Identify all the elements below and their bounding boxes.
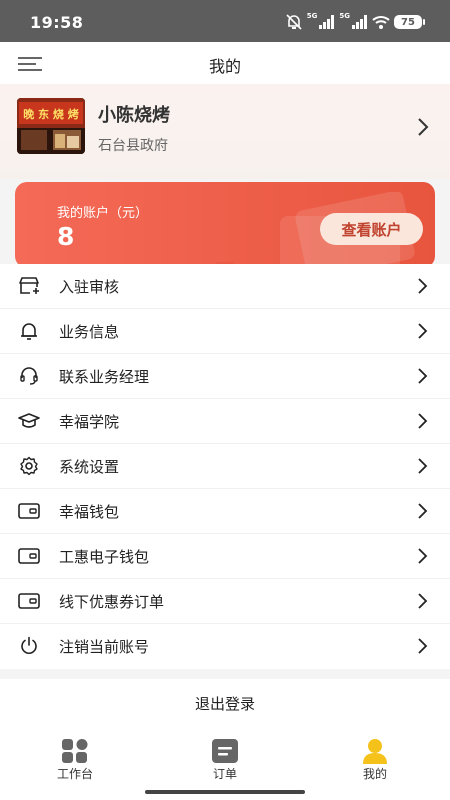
mute-icon	[286, 14, 302, 30]
shop-avatar: 晚 东 烧 烤	[17, 98, 85, 154]
tab-label: 工作台	[56, 767, 93, 781]
menu-item-happy-wallet[interactable]: 幸福钱包	[0, 489, 450, 534]
menu-item-label: 入驻审核	[59, 278, 120, 296]
home-indicator	[0, 785, 450, 800]
menu-item-settlement-review[interactable]: 入驻审核	[0, 264, 450, 309]
chevron-right-icon	[418, 503, 428, 519]
bell-icon	[18, 320, 40, 342]
wallet-icon	[18, 590, 40, 612]
status-bar: 19:58 5G 5G 75	[0, 0, 450, 42]
chevron-right-icon	[418, 593, 428, 609]
headset-icon	[18, 365, 40, 387]
chevron-right-icon	[418, 458, 428, 474]
account-balance: 8	[57, 222, 75, 251]
menu-item-coupon-orders[interactable]: 线下优惠券订单	[0, 579, 450, 624]
status-time: 19:58	[30, 13, 84, 32]
chevron-right-icon	[418, 638, 428, 654]
bottom-tab-bar: 工作台 订单 我的	[0, 725, 450, 785]
wifi-icon	[372, 16, 390, 29]
chevron-right-icon	[418, 548, 428, 564]
status-icons: 5G 5G 75	[285, 12, 425, 31]
menu-item-label: 系统设置	[59, 458, 120, 476]
shop-sign-text: 晚 东 烧 烤	[23, 107, 79, 121]
home-gesture-bar[interactable]	[145, 790, 305, 794]
top-nav-bar: 我的	[0, 42, 450, 84]
power-icon	[18, 635, 40, 657]
grid-icon	[62, 739, 88, 763]
account-card: 我的账户（元） 8 查看账户	[15, 182, 435, 268]
tab-label: 我的	[362, 767, 387, 781]
menu-item-deactivate-account[interactable]: 注销当前账号	[0, 624, 450, 669]
shop-location: 石台县政府	[98, 138, 168, 154]
menu-item-business-info[interactable]: 业务信息	[0, 309, 450, 354]
chevron-right-icon	[418, 278, 428, 294]
menu-item-label: 业务信息	[59, 323, 120, 341]
chevron-right-icon	[418, 368, 428, 384]
order-icon	[212, 739, 238, 763]
logout-label: 退出登录	[194, 695, 255, 713]
logout-button[interactable]: 退出登录	[0, 679, 450, 725]
tab-mine[interactable]: 我的	[300, 725, 450, 785]
menu-item-system-settings[interactable]: 系统设置	[0, 444, 450, 489]
signal-label-2: 5G	[339, 12, 350, 20]
tab-workbench[interactable]: 工作台	[0, 725, 150, 785]
tab-label: 订单	[212, 767, 237, 781]
menu-item-academy[interactable]: 幸福学院	[0, 399, 450, 444]
graduation-cap-icon	[18, 410, 40, 432]
store-check-icon	[18, 275, 40, 297]
view-account-button[interactable]: 查看账户	[320, 213, 423, 245]
menu-item-label: 线下优惠券订单	[59, 593, 165, 611]
gear-icon	[18, 455, 40, 477]
signal-label-1: 5G	[306, 12, 318, 20]
profile-header[interactable]: 晚 东 烧 烤 小陈烧烤 石台县政府	[0, 84, 450, 179]
account-label: 我的账户（元）	[57, 206, 149, 221]
menu-item-label: 工惠电子钱包	[59, 548, 150, 566]
menu-item-label: 幸福学院	[59, 413, 120, 431]
page-title: 我的	[208, 57, 241, 76]
signal-icon	[352, 15, 367, 29]
signal-icon	[319, 15, 335, 29]
menu-item-contact-manager[interactable]: 联系业务经理	[0, 354, 450, 399]
shop-name: 小陈烧烤	[98, 105, 170, 126]
menu-item-label: 注销当前账号	[59, 638, 150, 656]
menu-item-e-wallet[interactable]: 工惠电子钱包	[0, 534, 450, 579]
tab-orders[interactable]: 订单	[150, 725, 300, 785]
wallet-icon	[18, 545, 40, 567]
menu-item-label: 幸福钱包	[59, 503, 120, 521]
chevron-right-icon	[418, 118, 429, 136]
menu-item-label: 联系业务经理	[59, 368, 150, 386]
user-icon	[363, 739, 387, 764]
menu-list: 入驻审核 业务信息 联系业务经理 幸福学院 系统设置 幸福钱包 工惠电子钱包 线…	[0, 264, 450, 669]
battery-indicator: 75	[394, 15, 425, 29]
chevron-right-icon	[418, 413, 428, 429]
wallet-icon	[18, 500, 40, 522]
chevron-right-icon	[418, 323, 428, 339]
